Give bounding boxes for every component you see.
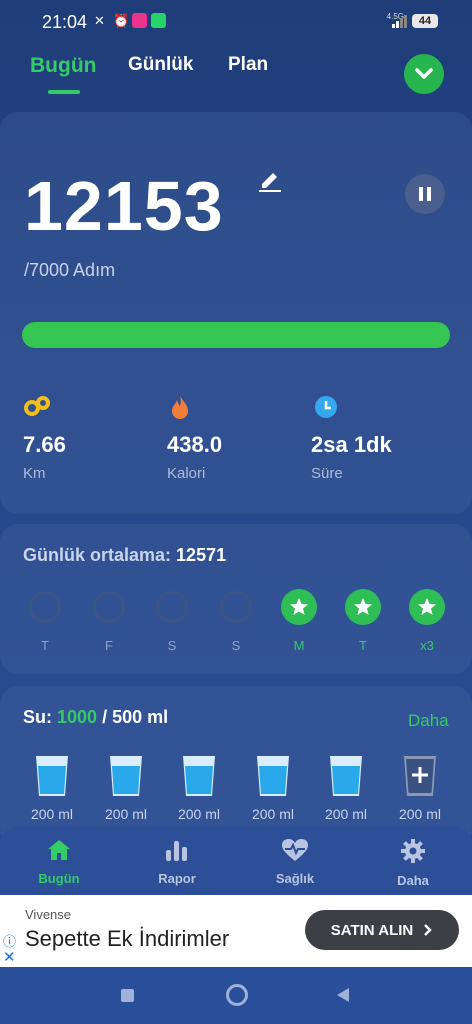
chevron-down-icon: [415, 68, 433, 79]
water-label: Su:: [23, 707, 52, 727]
daily-average-title: Günlük ortalama: 12571: [23, 545, 226, 566]
battery-level: 44: [412, 14, 438, 28]
nav-more-label: Daha: [397, 873, 429, 888]
water-glass-full-icon[interactable]: [181, 754, 217, 798]
footprints-icon: [24, 396, 50, 416]
day-status-circle: [156, 591, 188, 623]
status-notification-icons: ✕ ⏰: [94, 13, 166, 28]
tab-daily[interactable]: Günlük: [128, 54, 193, 76]
star-icon: [290, 598, 308, 615]
day-status-circle: [409, 589, 445, 625]
daily-average-value: 12571: [176, 545, 227, 565]
day-label: T: [359, 638, 367, 653]
mute-icon: ✕: [94, 13, 105, 28]
whatsapp-icon: [151, 13, 166, 28]
water-glass-full-icon[interactable]: [34, 754, 70, 798]
home-icon: [48, 840, 70, 860]
daily-average-label: Günlük ortalama:: [23, 545, 172, 565]
pause-button[interactable]: [405, 174, 445, 214]
ad-buy-button[interactable]: SATIN ALIN: [305, 910, 459, 950]
bar-chart-icon: [166, 841, 187, 861]
ad-text: Sepette Ek İndirimler: [25, 926, 230, 951]
day-label: S: [167, 638, 177, 653]
status-time: 21:04: [42, 12, 88, 32]
water-cup-label: 200 ml: [177, 806, 221, 822]
ad-close-icon[interactable]: ✕: [3, 948, 16, 966]
duration-value: 2sa 1dk: [311, 432, 392, 457]
flame-icon: [172, 395, 188, 419]
distance-value: 7.66: [23, 432, 66, 457]
day-status-circle: [29, 591, 61, 623]
star-icon: [354, 598, 372, 615]
water-title: Su: 1000 / 500 ml: [23, 707, 168, 728]
calories-label: Kalori: [167, 465, 206, 482]
nav-today-label: Bugün: [38, 871, 80, 886]
star-icon: [418, 598, 436, 615]
day-status-circle: [220, 591, 252, 623]
app-notification-icon: [132, 13, 147, 28]
water-cup-label: 200 ml: [30, 806, 74, 822]
water-glass-full-icon[interactable]: [108, 754, 144, 798]
active-tab-indicator: [48, 90, 80, 94]
nav-more[interactable]: Daha: [373, 838, 453, 888]
water-cup-label: 200 ml: [398, 806, 442, 822]
calories-value: 438.0: [167, 432, 223, 457]
step-goal: /7000 Adım: [24, 260, 116, 280]
expand-button[interactable]: [404, 54, 444, 94]
water-more-link[interactable]: Daha: [408, 711, 449, 731]
ad-brand: Vivense: [25, 907, 72, 922]
nav-report[interactable]: Rapor: [137, 838, 217, 886]
back-button[interactable]: [336, 987, 350, 1003]
add-water-glass-icon[interactable]: [402, 754, 438, 798]
alarm-icon: ⏰: [113, 13, 130, 28]
water-cup-label: 200 ml: [251, 806, 295, 822]
nav-health[interactable]: Sağlık: [255, 838, 335, 886]
day-label: M: [293, 638, 305, 653]
distance-label: Km: [23, 465, 46, 482]
clock-icon: [315, 396, 337, 418]
signal-icon: [392, 15, 407, 28]
day-status-circle: [345, 589, 381, 625]
water-cup-label: 200 ml: [324, 806, 368, 822]
water-cup-label: 200 ml: [104, 806, 148, 822]
day-label: T: [41, 638, 49, 653]
step-progress-bar: [22, 322, 450, 348]
recents-button[interactable]: [121, 989, 134, 1002]
ad-buy-label: SATIN ALIN: [330, 921, 414, 939]
heart-pulse-icon: [282, 839, 308, 861]
pause-icon: [419, 187, 431, 201]
water-glass-full-icon[interactable]: [255, 754, 291, 798]
tab-plan[interactable]: Plan: [228, 54, 268, 76]
day-status-circle: [93, 591, 125, 623]
water-current: 1000: [57, 707, 98, 727]
tab-today[interactable]: Bugün: [30, 54, 96, 78]
day-label: x3: [420, 638, 434, 653]
step-count: 12153: [24, 167, 224, 245]
step-progress-fill: [22, 322, 450, 348]
nav-report-label: Rapor: [158, 871, 196, 886]
water-glass-full-icon[interactable]: [328, 754, 364, 798]
edit-icon[interactable]: [258, 168, 282, 192]
day-label: S: [231, 638, 241, 653]
day-status-circle: [281, 589, 317, 625]
chevron-right-icon: [424, 924, 433, 936]
water-target: / 500 ml: [102, 707, 169, 727]
duration-label: Süre: [311, 465, 343, 482]
gear-icon: [401, 839, 425, 863]
day-label: F: [105, 638, 113, 653]
home-button[interactable]: [226, 984, 248, 1006]
nav-today[interactable]: Bugün: [19, 838, 99, 886]
nav-health-label: Sağlık: [275, 871, 315, 886]
